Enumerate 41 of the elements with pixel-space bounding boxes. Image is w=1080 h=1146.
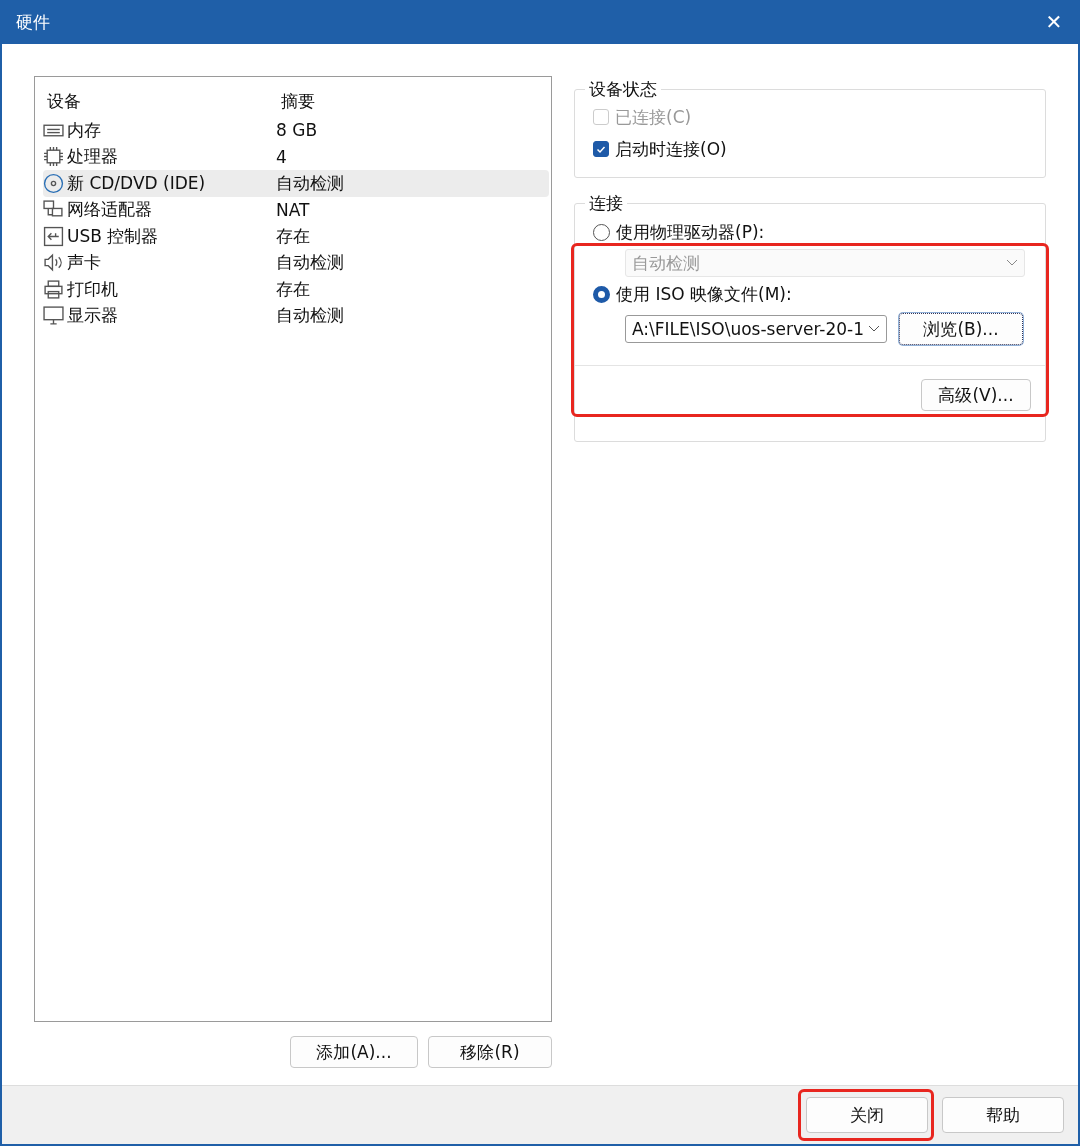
device-name: 处理器 <box>67 145 118 169</box>
iso-path-dropdown[interactable]: A:\FILE\ISO\uos-server-20-1 <box>625 315 887 343</box>
list-button[interactable]: 移除(R) <box>428 1036 552 1068</box>
device-row[interactable]: 声卡 自动检测 <box>43 249 549 276</box>
radio-label: 使用 ISO 映像文件(M): <box>616 282 792 306</box>
device-row[interactable]: 新 CD/DVD (IDE) 自动检测 <box>43 170 549 197</box>
column-header[interactable]: 设备 <box>43 89 277 113</box>
close-button[interactable]: ✕ <box>1036 4 1072 40</box>
list-button[interactable]: 添加(A)... <box>290 1036 418 1068</box>
device-summary: NAT <box>275 199 310 220</box>
device-name: 内存 <box>67 118 101 142</box>
device-row[interactable]: 显示器 自动检测 <box>43 302 549 329</box>
device-summary: 存在 <box>275 224 310 248</box>
device-name: 网络适配器 <box>67 198 152 222</box>
device-row[interactable]: 处理器 4 <box>43 143 549 170</box>
checkbox-label: 已连接(C) <box>615 105 692 129</box>
advanced-button[interactable]: 高级(V)... <box>921 379 1031 411</box>
column-header[interactable]: 摘要 <box>277 89 511 113</box>
device-row[interactable]: USB 控制器 存在 <box>43 223 549 250</box>
device-row[interactable]: 网络适配器 NAT <box>43 196 549 223</box>
checkbox-label: 启动时连接(O) <box>615 137 727 161</box>
footer-button[interactable]: 关闭 <box>806 1097 928 1133</box>
device-summary: 自动检测 <box>275 251 344 275</box>
device-name: 显示器 <box>67 304 118 328</box>
group-title: 设备状态 <box>588 78 658 101</box>
device-row[interactable]: 内存 8 GB <box>43 117 549 144</box>
browse-button[interactable]: 浏览(B)... <box>899 313 1023 345</box>
device-summary: 8 GB <box>275 120 318 141</box>
device-summary: 存在 <box>275 277 310 301</box>
radio-label: 使用物理驱动器(P): <box>616 220 765 244</box>
group-title: 连接 <box>588 192 624 215</box>
device-summary: 4 <box>275 146 287 167</box>
device-name: USB 控制器 <box>67 224 159 248</box>
device-name: 新 CD/DVD (IDE) <box>67 171 206 195</box>
device-name: 声卡 <box>67 251 101 275</box>
device-summary: 自动检测 <box>275 171 344 195</box>
footer-button[interactable]: 帮助 <box>942 1097 1064 1133</box>
window-title: 硬件 <box>16 10 50 34</box>
device-row[interactable]: 打印机 存在 <box>43 276 549 303</box>
device-name: 打印机 <box>67 277 118 301</box>
device-summary: 自动检测 <box>275 304 344 328</box>
